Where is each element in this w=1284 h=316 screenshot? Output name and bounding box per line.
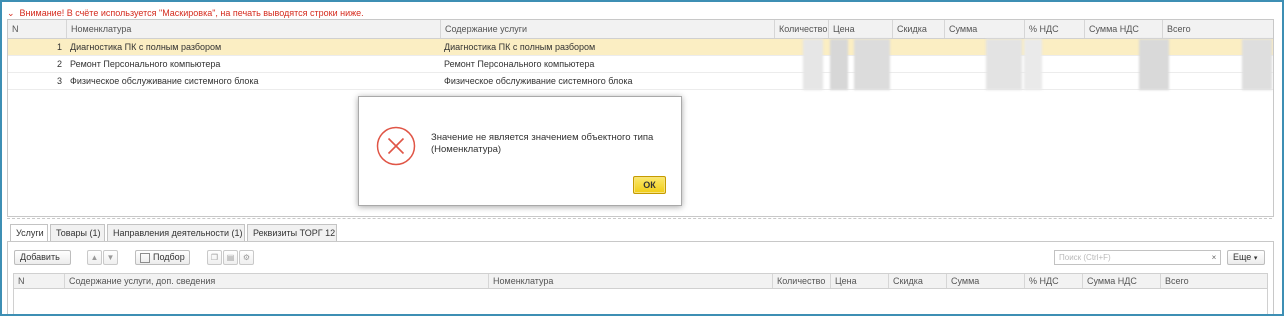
move-up-button[interactable]: ▲ (87, 250, 102, 265)
error-message-line1: Значение не является значением объектног… (431, 132, 654, 143)
chevron-down-icon[interactable]: ⌄ (7, 6, 17, 20)
pick-button[interactable]: Подбор (135, 250, 190, 265)
col-discount[interactable]: Скидка (888, 274, 946, 288)
col-nomenclature[interactable]: Номенклатура (488, 274, 772, 288)
ok-button[interactable]: ОК (633, 176, 666, 194)
add-button[interactable]: Добавить (14, 250, 71, 265)
services-panel: Добавить ▲ ▼ Подбор ❐ ▤ ⚙ Поиск (Ctrl+F)… (7, 241, 1274, 314)
col-vat-sum[interactable]: Сумма НДС (1082, 274, 1160, 288)
col-total[interactable]: Всего (1160, 274, 1269, 288)
col-content[interactable]: Содержание услуги (440, 20, 774, 38)
paste-icon: ▤ (226, 253, 235, 262)
col-quantity[interactable]: Количество (772, 274, 830, 288)
col-price[interactable]: Цена (830, 274, 888, 288)
col-sum[interactable]: Сумма (944, 20, 1024, 38)
blurred-values (8, 39, 1273, 90)
more-button[interactable]: Еще ▾ (1227, 250, 1265, 265)
col-nomenclature[interactable]: Номенклатура (66, 20, 440, 38)
col-vat-rate[interactable]: % НДС (1024, 274, 1082, 288)
pick-icon (140, 253, 150, 263)
error-message-line2: (Номенклатура) (431, 144, 502, 155)
arrow-down-icon: ▼ (106, 253, 115, 262)
col-price[interactable]: Цена (828, 20, 892, 38)
settings-button[interactable]: ⚙ (239, 250, 254, 265)
col-total[interactable]: Всего (1162, 20, 1273, 38)
warning-text: Внимание! В счёте используется "Маскиров… (19, 8, 364, 18)
table-header: N Номенклатура Содержание услуги Количес… (8, 20, 1273, 39)
pick-label: Подбор (153, 252, 185, 262)
col-n[interactable]: N (8, 20, 66, 38)
paste-button[interactable]: ▤ (223, 250, 238, 265)
panel-splitter[interactable] (7, 218, 1272, 219)
col-vat-sum[interactable]: Сумма НДС (1084, 20, 1162, 38)
search-clear-button[interactable]: × (1208, 250, 1221, 265)
col-sum[interactable]: Сумма (946, 274, 1024, 288)
window-frame: ⌄ Внимание! В счёте используется "Маскир… (0, 0, 1284, 316)
col-content-extra[interactable]: Содержание услуги, доп. сведения (64, 274, 488, 288)
error-dialog: Значение не является значением объектног… (358, 96, 682, 206)
move-down-button[interactable]: ▼ (103, 250, 118, 265)
tab-goods[interactable]: Товары (1) (50, 224, 105, 241)
arrow-up-icon: ▲ (90, 253, 99, 262)
tab-activity-directions[interactable]: Направления деятельности (1) (107, 224, 245, 241)
copy-icon: ❐ (210, 253, 219, 262)
gear-icon: ⚙ (242, 253, 251, 262)
tab-torg12-details[interactable]: Реквизиты ТОРГ 12 (247, 224, 337, 241)
col-vat-rate[interactable]: % НДС (1024, 20, 1084, 38)
masking-warning[interactable]: ⌄ Внимание! В счёте используется "Маскир… (7, 6, 364, 20)
col-n[interactable]: N (14, 274, 64, 288)
lower-table-body[interactable] (13, 288, 1268, 314)
col-quantity[interactable]: Количество (774, 20, 828, 38)
lower-table-header: N Содержание услуги, доп. сведения Номен… (13, 273, 1268, 289)
col-discount[interactable]: Скидка (892, 20, 944, 38)
error-icon (376, 126, 416, 166)
search-input[interactable]: Поиск (Ctrl+F) (1054, 250, 1220, 265)
chevron-down-icon: ▾ (1253, 255, 1258, 262)
error-message: Значение не является значением объектног… (431, 132, 671, 156)
tab-services[interactable]: Услуги (10, 224, 48, 242)
copy-button[interactable]: ❐ (207, 250, 222, 265)
more-label: Еще (1233, 252, 1252, 262)
